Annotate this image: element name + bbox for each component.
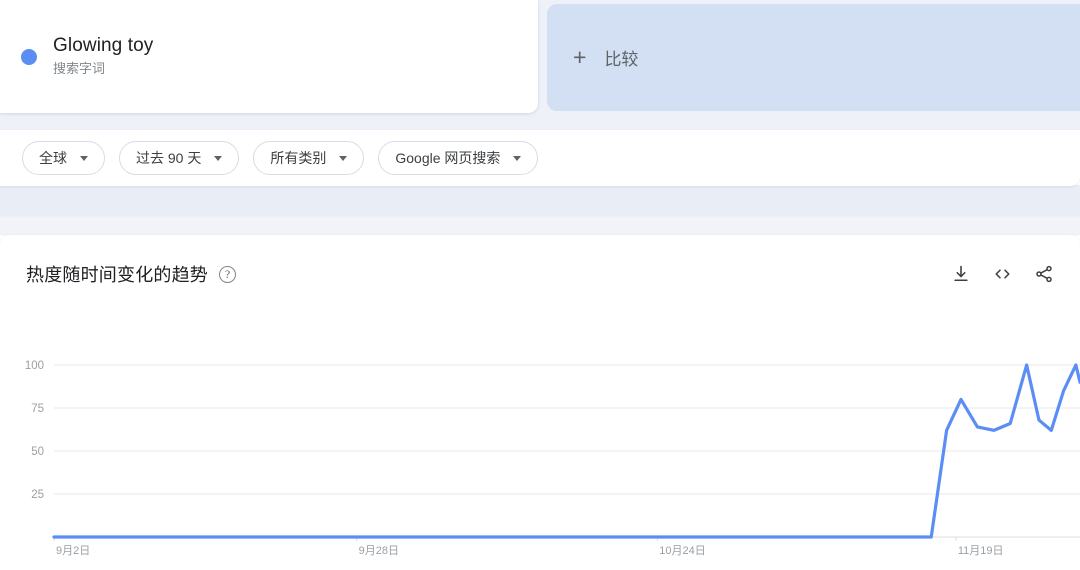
series-color-dot bbox=[21, 49, 37, 65]
filter-search-type-label: Google 网页搜索 bbox=[395, 148, 500, 168]
x-axis-tick-label: 9月28日 bbox=[359, 545, 399, 557]
filter-location[interactable]: 全球 bbox=[22, 141, 105, 175]
search-term-texts: Glowing toy 搜索字词 bbox=[53, 34, 153, 79]
chevron-down-icon bbox=[513, 156, 521, 161]
x-axis-tick-label: 11月19日 bbox=[958, 545, 1004, 557]
search-term-title: Glowing toy bbox=[53, 34, 153, 58]
filter-category-label: 所有类别 bbox=[270, 148, 326, 168]
y-axis-tick-label: 25 bbox=[31, 489, 44, 501]
filter-time-range[interactable]: 过去 90 天 bbox=[119, 141, 239, 175]
embed-code-icon[interactable] bbox=[992, 264, 1013, 284]
chart-actions bbox=[951, 264, 1054, 284]
help-icon[interactable]: ? bbox=[219, 266, 236, 283]
x-axis-tick-label: 9月2日 bbox=[56, 545, 90, 557]
add-comparison-label: 比较 bbox=[604, 45, 638, 70]
interest-over-time-card: 热度随时间变化的趋势 ? bbox=[0, 235, 1080, 570]
y-axis-tick-label: 50 bbox=[31, 446, 44, 458]
search-term-subtitle: 搜索字词 bbox=[53, 59, 153, 79]
x-axis-tick-label: 10月24日 bbox=[659, 545, 705, 557]
chevron-down-icon bbox=[339, 156, 347, 161]
add-comparison-button[interactable]: + 比较 bbox=[547, 4, 1080, 111]
download-icon[interactable] bbox=[951, 264, 971, 284]
chevron-down-icon bbox=[80, 156, 88, 161]
chart-title-group: 热度随时间变化的趋势 ? bbox=[26, 261, 236, 287]
filter-location-label: 全球 bbox=[39, 148, 67, 168]
trend-chart[interactable]: 25 50 75 100 9月2日 9月28日 10月24日 11月19日 bbox=[0, 360, 1080, 570]
filter-time-range-label: 过去 90 天 bbox=[136, 148, 201, 168]
chart-title: 热度随时间变化的趋势 bbox=[26, 261, 208, 287]
filter-category[interactable]: 所有类别 bbox=[253, 141, 364, 175]
y-axis-tick-label: 100 bbox=[25, 360, 44, 372]
filter-search-type[interactable]: Google 网页搜索 bbox=[378, 141, 538, 175]
plus-icon: + bbox=[573, 46, 586, 69]
y-axis-tick-label: 75 bbox=[31, 403, 44, 415]
filter-bar: 全球 过去 90 天 所有类别 Google 网页搜索 bbox=[0, 130, 1080, 186]
chevron-down-icon bbox=[214, 156, 222, 161]
search-term-card[interactable]: Glowing toy 搜索字词 bbox=[0, 0, 538, 113]
chart-header: 热度随时间变化的趋势 ? bbox=[26, 257, 1054, 291]
share-icon[interactable] bbox=[1034, 264, 1054, 284]
query-bar: Glowing toy 搜索字词 + 比较 bbox=[0, 0, 1080, 130]
trend-chart-svg: 25 50 75 100 9月2日 9月28日 10月24日 11月19日 bbox=[0, 360, 1080, 570]
